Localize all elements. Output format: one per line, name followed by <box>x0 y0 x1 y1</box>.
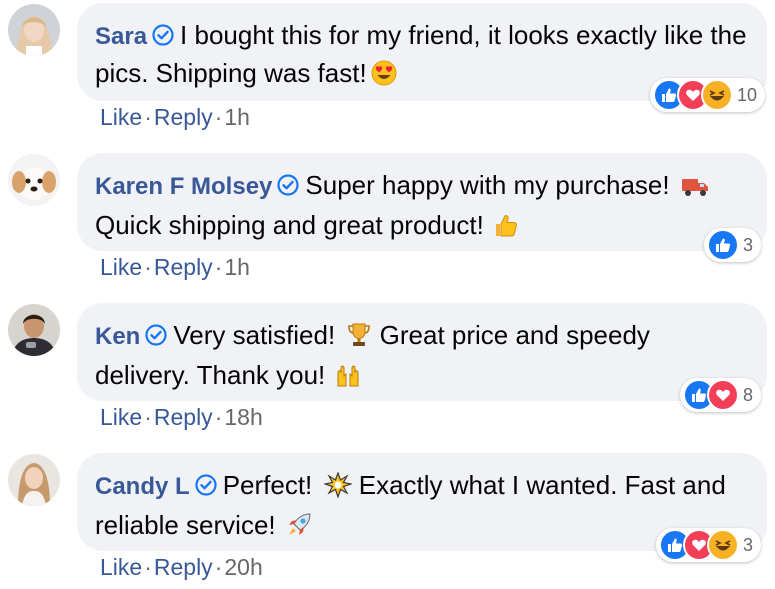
comment-actions: Like·Reply·18h <box>100 404 263 431</box>
separator: · <box>144 404 152 430</box>
separator: · <box>214 404 223 430</box>
verified-badge-icon <box>145 319 167 355</box>
timestamp[interactable]: 1h <box>224 254 250 280</box>
rocket-emoji-icon <box>286 511 312 547</box>
verified-badge-icon <box>277 169 299 205</box>
separator: · <box>144 104 152 130</box>
like-link[interactable]: Like <box>100 104 142 130</box>
reaction-summary[interactable]: 3 <box>703 228 761 262</box>
timestamp[interactable]: 18h <box>224 404 262 430</box>
comment-item: Sara I bought this for my friend, it look… <box>0 0 775 150</box>
avatar[interactable] <box>8 4 60 56</box>
raising-hands-emoji-icon <box>335 361 361 397</box>
comment-bubble: Sara I bought this for my friend, it look… <box>77 3 767 112</box>
separator: · <box>214 254 223 280</box>
reaction-count: 10 <box>736 85 757 105</box>
comment-thread: Sara I bought this for my friend, it look… <box>0 0 775 589</box>
reply-link[interactable]: Reply <box>154 104 213 130</box>
verified-badge-icon <box>152 19 174 55</box>
like-reaction-icon <box>706 229 739 261</box>
comment-item: Ken Very satisfied! Great price and speed… <box>0 300 775 450</box>
like-link[interactable]: Like <box>100 254 142 280</box>
trophy-emoji-icon <box>346 321 372 357</box>
comment-text: Very satisfied! <box>173 320 343 350</box>
separator: · <box>214 104 223 130</box>
comment-text: I bought this for my friend, it looks ex… <box>95 20 747 88</box>
comment-author[interactable]: Karen F Molsey <box>95 173 272 200</box>
haha-reaction-icon <box>700 79 733 111</box>
separator: · <box>214 554 223 580</box>
thumbs-up-emoji-icon <box>494 211 518 247</box>
comment-actions: Like·Reply·1h <box>100 254 250 281</box>
separator: · <box>144 254 152 280</box>
reply-link[interactable]: Reply <box>154 554 213 580</box>
comment-text-line2: Quick shipping and great product! <box>95 210 484 240</box>
reaction-summary[interactable]: 8 <box>679 378 761 412</box>
collision-emoji-icon <box>322 471 353 507</box>
heart-eyes-emoji-icon <box>371 59 397 95</box>
timestamp[interactable]: 1h <box>224 104 250 130</box>
comment-bubble: Candy L Perfect! Exactly what I wanted. F… <box>77 453 767 562</box>
reaction-count: 8 <box>742 385 753 405</box>
avatar[interactable] <box>8 154 60 206</box>
like-link[interactable]: Like <box>100 554 142 580</box>
reply-link[interactable]: Reply <box>154 404 213 430</box>
like-link[interactable]: Like <box>100 404 142 430</box>
comment-text: Super happy with my purchase! <box>305 170 677 200</box>
comment-author[interactable]: Sara <box>95 23 147 50</box>
reaction-count: 3 <box>742 535 753 555</box>
avatar[interactable] <box>8 454 60 506</box>
comment-item: Candy L Perfect! Exactly what I wanted. F… <box>0 450 775 589</box>
comment-author[interactable]: Ken <box>95 323 140 350</box>
reaction-summary[interactable]: 10 <box>649 78 765 112</box>
avatar[interactable] <box>8 304 60 356</box>
reaction-summary[interactable]: 3 <box>655 528 761 562</box>
reaction-count: 3 <box>742 235 753 255</box>
comment-item: Karen F Molsey Super happy with my purcha… <box>0 150 775 300</box>
love-reaction-icon <box>706 379 739 411</box>
verified-badge-icon <box>195 469 217 505</box>
comment-bubble: Ken Very satisfied! Great price and speed… <box>77 303 767 412</box>
comment-actions: Like·Reply·1h <box>100 104 250 131</box>
haha-reaction-icon <box>706 529 739 561</box>
comment-author[interactable]: Candy L <box>95 473 190 500</box>
comment-actions: Like·Reply·20h <box>100 554 263 581</box>
timestamp[interactable]: 20h <box>224 554 262 580</box>
separator: · <box>144 554 152 580</box>
comment-text: Perfect! <box>222 470 320 500</box>
delivery-truck-emoji-icon <box>681 171 709 207</box>
reply-link[interactable]: Reply <box>154 254 213 280</box>
comment-bubble: Karen F Molsey Super happy with my purcha… <box>77 153 767 262</box>
